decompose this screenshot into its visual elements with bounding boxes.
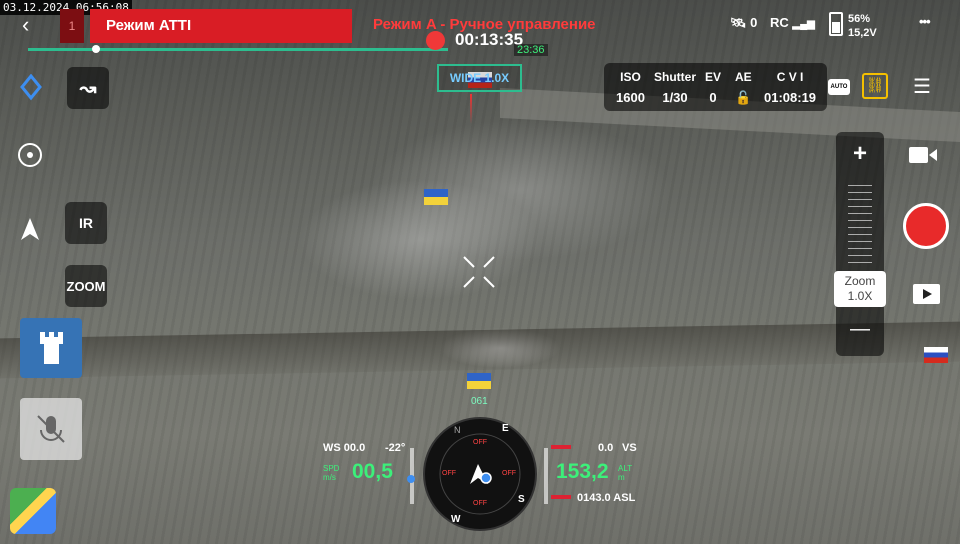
battery-voltage: 15,2V bbox=[848, 27, 877, 39]
vertical-speed: 0.0 bbox=[598, 442, 614, 454]
battery-icon bbox=[829, 12, 843, 36]
settings-sliders-icon[interactable]: ☰ bbox=[913, 74, 931, 99]
compass-radar[interactable]: E S W N OFF OFF OFF OFF bbox=[422, 416, 538, 532]
video-mode-icon[interactable] bbox=[909, 145, 937, 165]
altitude-asl: 0143.0 ASL bbox=[577, 492, 636, 504]
more-menu-button[interactable]: ••• bbox=[919, 14, 931, 29]
iso-label: ISO bbox=[620, 70, 641, 84]
crosshair-icon bbox=[463, 256, 495, 288]
route-icon: ↝ bbox=[79, 77, 97, 100]
obstacle-left-off: OFF bbox=[442, 470, 456, 477]
record-button[interactable] bbox=[903, 203, 949, 249]
obstacle-front-off: OFF bbox=[473, 439, 487, 446]
mic-off-icon bbox=[37, 415, 65, 443]
altitude-label-group: ALT m bbox=[618, 464, 632, 482]
rc-label: RC bbox=[770, 15, 789, 30]
vertical-speed-label: VS bbox=[622, 442, 637, 454]
altitude-scale bbox=[544, 448, 548, 504]
tower-button[interactable] bbox=[20, 318, 82, 378]
ukrainian-flag-marker bbox=[424, 189, 448, 205]
compass-dial bbox=[423, 417, 537, 531]
compass-south-east: S bbox=[518, 494, 525, 505]
wind-speed: WS 00.0 bbox=[323, 442, 366, 454]
altitude: 153,2 bbox=[556, 460, 609, 483]
zoom-out-button[interactable]: — bbox=[836, 318, 884, 341]
flight-mode-bar[interactable]: Режим ATTI bbox=[90, 9, 352, 43]
speed-marker bbox=[407, 475, 415, 483]
tower-icon bbox=[40, 332, 63, 364]
zoom-value: 1.0X bbox=[847, 289, 873, 303]
mode-badge: 1 bbox=[60, 9, 84, 43]
rc-signal[interactable]: RC ▂▄▆ bbox=[770, 15, 815, 30]
camera-settings-panel[interactable]: ISO 1600 Shutter 1/30 EV 0 AE 🔓 C V I 01:08:1… bbox=[604, 63, 827, 111]
gimbal-center-icon[interactable] bbox=[16, 141, 44, 169]
altitude-warning-bar bbox=[551, 445, 571, 449]
altitude-label: ALT bbox=[618, 464, 633, 473]
satellite-icon: 🛰 bbox=[730, 15, 747, 30]
recording-indicator-icon bbox=[426, 31, 445, 50]
zoom-in-button[interactable]: + bbox=[836, 140, 884, 168]
iso-value: 1600 bbox=[616, 90, 645, 105]
storage-label: C V I bbox=[776, 70, 804, 84]
lock-icon: 🔓 bbox=[735, 90, 752, 105]
aircraft-direction-icon[interactable] bbox=[18, 216, 42, 244]
satellite-status[interactable]: 🛰 0 bbox=[730, 15, 757, 31]
shutter-label: Shutter bbox=[654, 70, 696, 84]
zoom-mode-button[interactable]: ZOOM bbox=[65, 265, 107, 307]
battery-percent: 56% bbox=[848, 13, 871, 25]
zoom-scale bbox=[848, 185, 872, 265]
playback-progress-bar[interactable] bbox=[28, 48, 448, 51]
altitude-warning-bar bbox=[551, 495, 571, 499]
zoom-label: Zoom bbox=[844, 274, 876, 288]
russian-flag-marker bbox=[924, 347, 948, 363]
compass-north: E bbox=[502, 423, 509, 434]
flight-time: 23:36 bbox=[514, 44, 548, 56]
speed-unit: m/s bbox=[323, 473, 336, 482]
ukrainian-flag-marker bbox=[467, 373, 491, 389]
maps-app-icon[interactable] bbox=[10, 488, 56, 534]
ev-value: 0 bbox=[709, 90, 717, 105]
recording-time: 00:13:35 bbox=[455, 30, 524, 49]
horizontal-speed: 00,5 bbox=[352, 460, 393, 483]
mute-microphone-button[interactable] bbox=[20, 398, 82, 460]
ae-label: AE bbox=[735, 70, 752, 84]
signal-bars-icon: ▂▄▆ bbox=[792, 19, 815, 30]
storage-time: 01:08:19 bbox=[764, 90, 817, 105]
wind-direction: -22° bbox=[385, 442, 406, 454]
heading-value: 061 bbox=[471, 396, 488, 407]
playback-progress-handle[interactable] bbox=[92, 45, 100, 53]
compass-west: W bbox=[451, 514, 461, 525]
auto-camera-icon[interactable]: AUTO bbox=[828, 79, 850, 95]
map-diamond-icon[interactable] bbox=[20, 74, 42, 102]
altitude-unit: m bbox=[618, 473, 625, 482]
shutter-value: 1/30 bbox=[662, 90, 688, 105]
tracking-link-icon[interactable]: ⛓ bbox=[862, 73, 888, 99]
playback-button[interactable] bbox=[913, 284, 940, 304]
speed-label-group: SPD m/s bbox=[323, 464, 339, 482]
battery-status[interactable]: 56% 15,2V bbox=[848, 12, 877, 40]
ir-button[interactable]: IR bbox=[65, 202, 107, 244]
obstacle-rear-off: OFF bbox=[473, 500, 487, 507]
back-button[interactable]: ‹ bbox=[22, 14, 40, 38]
compass-north-label: N bbox=[454, 425, 461, 435]
zoom-value-display[interactable]: Zoom 1.0X bbox=[834, 271, 886, 307]
obstacle-right-off: OFF bbox=[502, 470, 516, 477]
speed-label: SPD bbox=[323, 464, 340, 473]
return-home-button[interactable]: ↝ bbox=[67, 67, 109, 109]
lens-wide-indicator[interactable]: WIDE 1.0X bbox=[437, 64, 522, 92]
ev-label: EV bbox=[705, 70, 722, 84]
satellite-count: 0 bbox=[750, 15, 758, 30]
laser-marker bbox=[470, 94, 472, 124]
